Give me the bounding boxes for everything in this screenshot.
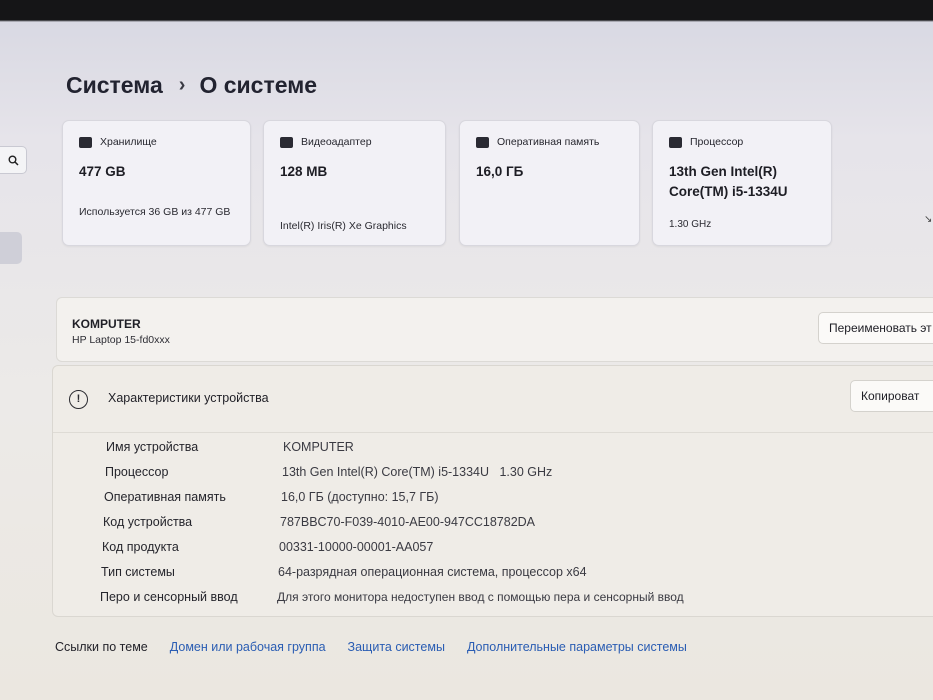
spec-value[interactable]: 13th Gen Intel(R) Core(TM) i5-1334U 1.30… <box>282 465 552 479</box>
device-model: HP Laptop 15-fd0xxx <box>72 334 170 346</box>
rename-button[interactable]: Переименовать эт <box>818 312 933 344</box>
info-icon: ! <box>69 390 88 409</box>
card-subtext: Используется 36 GB из 477 GB <box>79 206 231 218</box>
spec-row: Код устройства 787BBC70-F039-4010-AE00-9… <box>103 515 903 535</box>
processor-icon <box>669 136 682 148</box>
spec-row: Процессор 13th Gen Intel(R) Core(TM) i5-… <box>105 465 905 485</box>
breadcrumb-parent[interactable]: Система <box>66 72 163 99</box>
specifications-title: Характеристики устройства <box>108 391 269 405</box>
chevron-right-icon: › <box>178 74 186 96</box>
memory-icon <box>476 136 489 148</box>
spec-row: Оперативная память 16,0 ГБ (доступно: 15… <box>104 490 904 510</box>
spec-value[interactable]: 787BBC70-F039-4010-AE00-947CC18782DA <box>280 515 535 529</box>
card-label: Оперативная память <box>497 136 600 148</box>
spec-row: Тип системы 64-разрядная операционная си… <box>101 565 901 585</box>
display-adapter-icon <box>280 136 293 148</box>
link-domain-workgroup[interactable]: Домен или рабочая группа <box>170 640 326 654</box>
card-value: 477 GB <box>79 164 126 179</box>
card-value: 13th Gen Intel(R) Core(TM) i5-1334U <box>669 164 788 199</box>
spec-key: Код продукта <box>102 540 179 554</box>
spec-row: Код продукта 00331-10000-00001-AA057 <box>102 540 902 560</box>
memory-card[interactable]: Оперативная память 16,0 ГБ <box>459 120 640 246</box>
device-specifications-panel: ! Характеристики устройства Копироват Им… <box>52 365 933 617</box>
search-button[interactable] <box>0 146 27 174</box>
link-system-protection[interactable]: Защита системы <box>348 640 445 654</box>
device-name: KOMPUTER <box>72 317 141 331</box>
card-label: Видеоадаптер <box>301 136 372 148</box>
card-label: Хранилище <box>100 136 157 148</box>
edge-indicator: ↘ <box>924 214 933 225</box>
search-icon <box>8 155 19 166</box>
storage-card[interactable]: Хранилище 477 GB Используется 36 GB из 4… <box>62 120 251 246</box>
related-links-label: Ссылки по теме <box>55 640 148 654</box>
spec-key: Код устройства <box>103 515 193 529</box>
spec-value[interactable]: KOMPUTER <box>283 440 354 454</box>
card-subtext: 1.30 GHz <box>669 219 712 230</box>
spec-key: Перо и сенсорный ввод <box>100 590 238 604</box>
storage-icon <box>79 136 92 148</box>
specifications-header[interactable]: ! Характеристики устройства Копироват <box>53 366 933 433</box>
related-links: Ссылки по теме Домен или рабочая группа … <box>55 640 709 654</box>
screen-bezel <box>0 0 933 20</box>
spec-row: Имя устройства KOMPUTER <box>106 440 906 460</box>
page-title: О системе <box>199 72 318 98</box>
processor-card[interactable]: Процессор 13th Gen Intel(R) Core(TM) i5-… <box>652 120 832 246</box>
breadcrumb: Система › О системе <box>66 72 317 99</box>
spec-value[interactable]: Для этого монитора недоступен ввод с пом… <box>277 590 684 604</box>
spec-key: Оперативная память <box>104 490 226 504</box>
spec-value[interactable]: 16,0 ГБ (доступно: 15,7 ГБ) <box>281 490 439 504</box>
display-adapter-card[interactable]: Видеоадаптер 128 MB Intel(R) Iris(R) Xe … <box>263 120 446 246</box>
spec-key: Процессор <box>105 465 169 479</box>
device-name-panel: KOMPUTER HP Laptop 15-fd0xxx Переименова… <box>56 297 933 362</box>
card-value: 16,0 ГБ <box>476 164 524 179</box>
card-label: Процессор <box>690 136 744 148</box>
sidebar-selected-item[interactable] <box>0 232 22 264</box>
spec-key: Имя устройства <box>106 440 199 454</box>
spec-value[interactable]: 00331-10000-00001-AA057 <box>279 540 433 554</box>
card-value: 128 MB <box>280 164 328 179</box>
spec-row: Перо и сенсорный ввод Для этого монитора… <box>100 590 900 610</box>
link-advanced-system-settings[interactable]: Дополнительные параметры системы <box>467 640 687 654</box>
spec-value[interactable]: 64-разрядная операционная система, проце… <box>278 565 587 579</box>
copy-button[interactable]: Копироват <box>850 380 933 412</box>
spec-key: Тип системы <box>101 565 175 579</box>
card-subtext: Intel(R) Iris(R) Xe Graphics <box>280 220 407 232</box>
